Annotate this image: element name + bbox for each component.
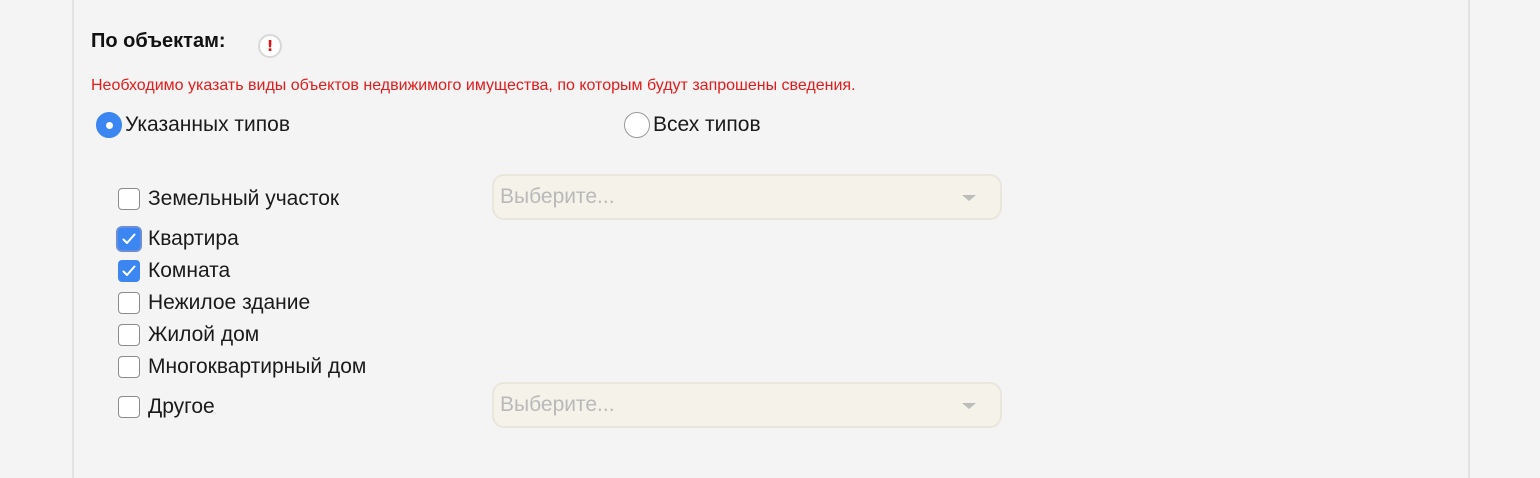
checkbox-label: Жилой дом <box>148 323 260 346</box>
checkbox[interactable] <box>118 188 140 210</box>
checkbox[interactable] <box>118 324 140 346</box>
checkbox[interactable] <box>118 356 140 378</box>
exclamation-icon[interactable]: ! <box>258 34 282 58</box>
other-type-select[interactable]: Выберите... <box>492 382 1002 428</box>
checkbox-apartment-building[interactable]: Многоквартирный дом <box>118 353 366 381</box>
checkbox-house[interactable]: Жилой дом <box>118 321 259 349</box>
radio-all-types[interactable]: Всех типов <box>624 111 761 139</box>
checkbox-room[interactable]: Комната <box>118 257 230 285</box>
radio-button-checked[interactable] <box>96 112 122 138</box>
checkbox-other[interactable]: Другое <box>118 393 215 421</box>
checkbox-label: Другое <box>148 395 215 418</box>
radio-button[interactable] <box>624 112 650 138</box>
checkbox-label: Нежилое здание <box>148 291 311 314</box>
checkmark-icon <box>122 233 136 244</box>
checkbox-land-plot[interactable]: Земельный участок <box>118 185 339 213</box>
chevron-down-icon <box>962 195 976 201</box>
section-title: По объектам: <box>91 30 226 52</box>
checkbox-non-residential-building[interactable]: Нежилое здание <box>118 289 310 317</box>
select-placeholder: Выберите... <box>500 393 615 416</box>
radio-specified-types[interactable]: Указанных типов <box>96 111 290 139</box>
checkbox[interactable] <box>118 396 140 418</box>
checkbox-label: Комната <box>148 259 231 282</box>
checkmark-icon <box>122 265 136 276</box>
validation-error: Необходимо указать виды объектов недвижи… <box>91 77 856 94</box>
checkbox-checked[interactable] <box>118 228 140 250</box>
checkbox-label: Квартира <box>148 227 239 250</box>
checkbox[interactable] <box>118 292 140 314</box>
select-placeholder: Выберите... <box>500 185 615 208</box>
radio-label: Указанных типов <box>125 113 290 136</box>
land-plot-type-select[interactable]: Выберите... <box>492 174 1002 220</box>
chevron-down-icon <box>962 403 976 409</box>
checkbox-apartment[interactable]: Квартира <box>118 225 239 253</box>
radio-label: Всех типов <box>653 113 761 136</box>
checkbox-label: Многоквартирный дом <box>148 355 367 378</box>
checkbox-checked[interactable] <box>118 260 140 282</box>
checkbox-label: Земельный участок <box>148 187 340 210</box>
